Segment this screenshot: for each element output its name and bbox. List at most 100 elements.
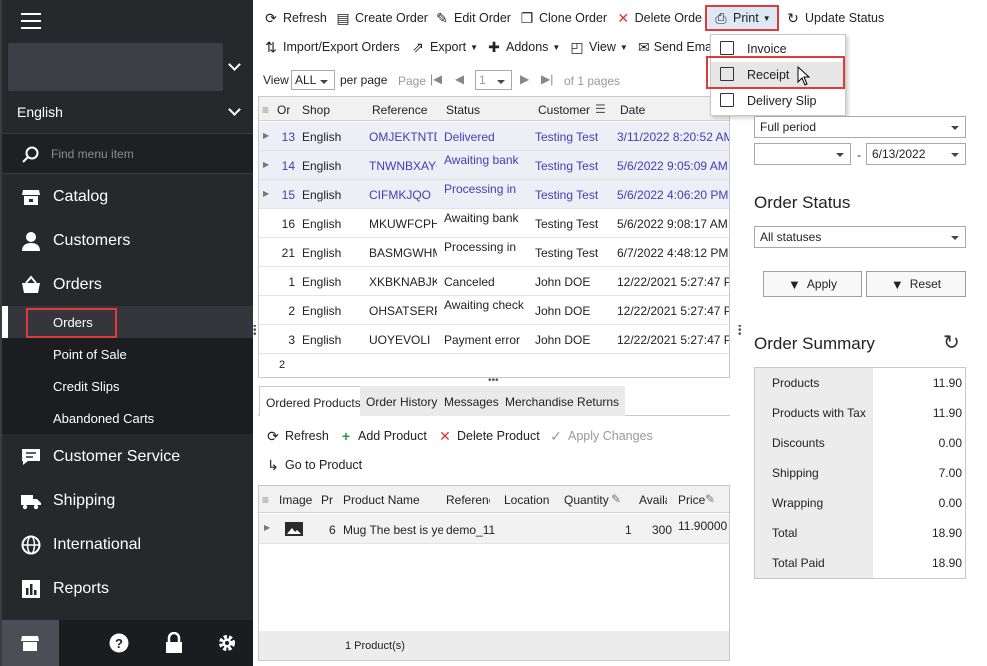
- print-button[interactable]: ⎙ Print ▼: [705, 5, 779, 31]
- date-from-picker[interactable]: [754, 143, 851, 165]
- col-header[interactable]: Shop: [302, 103, 330, 117]
- edit-order-button[interactable]: ✎ Edit Order: [434, 7, 511, 29]
- tab-label: Ordered Products: [266, 396, 361, 410]
- table-row[interactable]: 1 English XKBKNABJK Canceled John DOE 12/22/2…: [259, 267, 729, 296]
- hamburger-menu-icon[interactable]: [21, 13, 41, 29]
- send-email-button[interactable]: ✉ Send Ema: [638, 36, 710, 58]
- label: Apply Changes: [568, 429, 653, 443]
- store-selector[interactable]: [8, 43, 223, 91]
- apply-changes-button[interactable]: ✓ Apply Changes: [548, 425, 653, 447]
- col-header[interactable]: Image: [279, 493, 312, 507]
- clone-icon: ❐: [520, 10, 534, 26]
- delete-product-button[interactable]: ✕ Delete Product: [437, 425, 540, 447]
- table-row[interactable]: ▶ 6 Mug The best is yet demo_11 1 300 11…: [259, 514, 729, 544]
- gear-icon[interactable]: [217, 633, 237, 653]
- goto-icon: ↳: [267, 457, 279, 473]
- summary-value: 18.90: [931, 526, 962, 540]
- status: Awaiting bank: [444, 153, 519, 167]
- create-order-button[interactable]: ▤ Create Order: [335, 7, 428, 29]
- table-row[interactable]: ▶ 13 English OMJEKTNTD Delivered Testing Test…: [259, 122, 729, 151]
- col-header[interactable]: Reference: [372, 103, 427, 117]
- chevron-down-icon[interactable]: [228, 58, 241, 71]
- delete-order-button[interactable]: ✕ Delete Orde: [616, 7, 702, 29]
- product-price[interactable]: 11.90000: [678, 519, 727, 533]
- last-page-icon[interactable]: ▶|: [541, 72, 553, 86]
- tab-order-history[interactable]: Order History: [360, 386, 444, 416]
- period-select[interactable]: Full period: [754, 116, 966, 138]
- filter-icon[interactable]: ☰: [595, 102, 606, 116]
- chevron-down-icon[interactable]: [228, 103, 241, 116]
- col-header[interactable]: Availa: [639, 493, 667, 507]
- col-header[interactable]: Or: [277, 103, 290, 117]
- grid-menu-icon[interactable]: ≡: [262, 493, 269, 507]
- add-product-button[interactable]: + Add Product: [338, 425, 427, 447]
- import-export-button[interactable]: ⇅ Import/Export Orders: [263, 36, 400, 58]
- menu-item-delivery-slip[interactable]: Delivery Slip: [711, 88, 845, 114]
- grid-menu-icon[interactable]: ≡: [262, 103, 269, 117]
- col-header[interactable]: Quantity: [564, 493, 609, 507]
- nav-customers[interactable]: Customers: [2, 219, 253, 263]
- page-input[interactable]: 1: [475, 70, 512, 90]
- language-selector[interactable]: English: [17, 104, 63, 120]
- row-expand-icon[interactable]: ▶: [263, 131, 269, 140]
- nav-international[interactable]: International: [2, 523, 253, 567]
- update-status-button[interactable]: ↻ Update Status: [785, 7, 884, 29]
- refresh-button[interactable]: ⟳ Refresh: [263, 7, 327, 29]
- nav-orders[interactable]: Orders: [2, 263, 253, 307]
- first-page-icon[interactable]: |◀: [430, 72, 442, 86]
- clone-order-button[interactable]: ❐ Clone Order: [519, 7, 607, 29]
- sidebar-item-credit-slips[interactable]: Credit Slips: [2, 370, 253, 402]
- table-row[interactable]: ▶ 15 English CIFMKJQO Processing in Testing T…: [259, 180, 729, 209]
- col-header[interactable]: Location: [504, 493, 549, 507]
- row-expand-icon[interactable]: ▶: [264, 523, 270, 532]
- row-expand-icon[interactable]: ▶: [263, 160, 269, 169]
- sidebar-item-abandoned-carts[interactable]: Abandoned Carts: [2, 402, 253, 434]
- apply-button[interactable]: ▼ Apply: [763, 271, 862, 297]
- products-refresh-button[interactable]: ⟳ Refresh: [265, 425, 329, 447]
- tab-label: Messages: [444, 395, 499, 409]
- shop: English: [302, 275, 342, 289]
- splitter-handle[interactable]: •••: [488, 375, 499, 386]
- table-row[interactable]: 21 English BASMGWHM Processing in Testing Te…: [259, 238, 729, 267]
- refresh-summary-icon[interactable]: ↻: [943, 330, 960, 355]
- table-row[interactable]: 2 English OHSATSERP Awaiting check John DOE 1…: [259, 296, 729, 325]
- go-to-product-button[interactable]: ↳ Go to Product: [265, 454, 362, 476]
- table-row[interactable]: ▶ 14 English TNWNBXAYQ Awaiting bank Testing …: [259, 151, 729, 180]
- nav-reports[interactable]: Reports: [2, 567, 253, 611]
- export-button[interactable]: ⇗ Export ▼: [410, 36, 478, 58]
- col-header[interactable]: Referenc: [446, 493, 490, 507]
- view-button[interactable]: ◰ View ▼: [569, 36, 627, 58]
- col-header[interactable]: Date: [620, 103, 645, 117]
- col-header[interactable]: Product Name: [343, 493, 420, 507]
- date-to-picker[interactable]: 6/13/2022: [866, 143, 966, 165]
- summary-label: Products: [755, 368, 873, 398]
- sidebar-item-point-of-sale[interactable]: Point of Sale: [2, 338, 253, 370]
- lock-icon[interactable]: [164, 632, 184, 654]
- addons-button[interactable]: ✚ Addons ▼: [486, 36, 560, 58]
- col-header[interactable]: Pr: [321, 493, 333, 507]
- status-select[interactable]: All statuses: [754, 226, 966, 248]
- nav-shipping[interactable]: Shipping: [2, 479, 253, 523]
- nav-customer-service[interactable]: Customer Service: [2, 435, 253, 479]
- splitter-handle[interactable]: •••: [253, 325, 257, 337]
- row-expand-icon[interactable]: ▶: [263, 189, 269, 198]
- col-header[interactable]: Price: [678, 493, 705, 507]
- col-header[interactable]: Customer: [538, 103, 590, 117]
- per-page-select[interactable]: ALL: [291, 70, 335, 90]
- help-icon[interactable]: ?: [109, 633, 129, 653]
- store-button[interactable]: [2, 620, 59, 666]
- tab-ordered-products[interactable]: Ordered Products: [259, 386, 368, 416]
- table-row[interactable]: 3 English UOYEVOLI Payment error John DOE 12/…: [259, 325, 729, 354]
- find-menu-item[interactable]: Find menu item: [2, 133, 253, 174]
- table-row[interactable]: 16 English MKUWFCPHR Awaiting bank Testing T…: [259, 209, 729, 238]
- tab-merchandise-returns[interactable]: Merchandise Returns: [499, 386, 626, 416]
- product-quantity[interactable]: 1: [625, 523, 632, 537]
- reset-button[interactable]: ▼ Reset: [866, 271, 966, 297]
- nav-catalog[interactable]: Catalog: [2, 175, 253, 219]
- splitter-handle[interactable]: •••: [738, 325, 742, 337]
- next-page-icon[interactable]: ▶: [520, 72, 529, 86]
- grid-header: ≡ Or Shop Reference Status Customer ☰ Da…: [259, 97, 729, 121]
- col-header[interactable]: Status: [446, 103, 480, 117]
- tab-messages[interactable]: Messages: [438, 386, 505, 416]
- prev-page-icon[interactable]: ◀: [455, 72, 464, 86]
